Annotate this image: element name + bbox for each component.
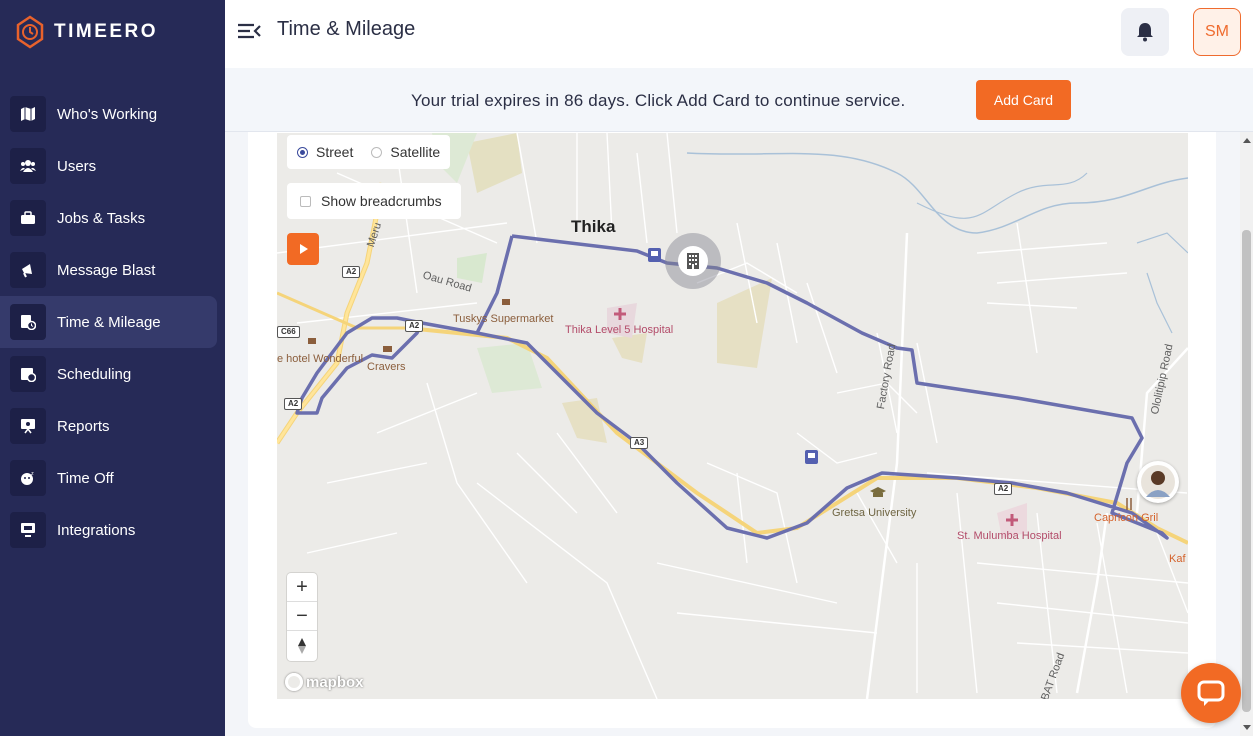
users-icon xyxy=(10,148,46,184)
sidebar: TIMEERO Who's Working Users Jobs & Tasks… xyxy=(0,0,225,736)
sidebar-item-label: Message Blast xyxy=(57,261,156,279)
scroll-up-arrow[interactable] xyxy=(1243,138,1251,143)
breadcrumbs-label: Show breadcrumbs xyxy=(321,193,442,209)
user-location-marker[interactable] xyxy=(1137,461,1179,503)
user-photo-icon xyxy=(1141,465,1175,499)
mapbox-attribution[interactable]: mapbox xyxy=(285,671,364,693)
bell-icon xyxy=(1137,23,1153,42)
trial-banner: Your trial expires in 86 days. Click Add… xyxy=(225,68,1253,132)
sidebar-item-label: Integrations xyxy=(57,521,136,539)
menu-collapse-icon[interactable] xyxy=(237,20,263,42)
breadcrumbs-checkbox[interactable] xyxy=(300,195,311,207)
map-label-thika-hospital: Thika Level 5 Hospital xyxy=(565,324,674,336)
street-radio[interactable] xyxy=(297,146,308,158)
app-name: TIMEERO xyxy=(54,21,159,42)
sidebar-item-label: Scheduling xyxy=(57,365,132,383)
page-title: Time & Mileage xyxy=(277,18,416,40)
user-avatar[interactable]: SM xyxy=(1193,8,1241,56)
integrations-icon xyxy=(10,512,46,548)
trial-banner-text: Your trial expires in 86 days. Click Add… xyxy=(411,91,906,110)
map-label-kaf: Kaf xyxy=(1169,553,1186,565)
street-label: Street xyxy=(316,144,354,160)
notifications-button[interactable] xyxy=(1121,8,1169,56)
reports-icon xyxy=(10,408,46,444)
chat-launcher-button[interactable] xyxy=(1181,663,1241,723)
road-shield: A2 xyxy=(284,398,303,410)
play-route-button[interactable] xyxy=(287,233,319,265)
top-header: Time & Mileage SM xyxy=(225,0,1253,68)
page-scrollbar[interactable] xyxy=(1240,132,1253,736)
satellite-label: Satellite xyxy=(390,144,441,160)
map-label-gretsa: Gretsa University xyxy=(832,507,917,519)
add-card-button[interactable]: Add Card xyxy=(976,80,1071,120)
sidebar-nav: Who's Working Users Jobs & Tasks Message… xyxy=(0,88,225,556)
briefcase-icon xyxy=(10,200,46,236)
satellite-radio[interactable] xyxy=(371,146,383,158)
sidebar-item-integrations[interactable]: Integrations xyxy=(0,504,225,556)
zoom-in-button[interactable]: + xyxy=(287,573,317,602)
road-shield: A2 xyxy=(342,266,361,278)
mapbox-wordmark: mapbox xyxy=(306,673,364,691)
road-shield: A3 xyxy=(630,437,649,449)
map-label-st-mulumba: St. Mulumba Hospital xyxy=(957,530,1062,542)
timesheet-icon xyxy=(10,304,46,340)
map-icon xyxy=(10,96,46,132)
sidebar-item-whos-working[interactable]: Who's Working xyxy=(0,88,225,140)
app-logo[interactable]: TIMEERO xyxy=(14,14,158,50)
sidebar-item-time-mileage[interactable]: Time & Mileage xyxy=(0,296,217,348)
road-shield: C66 xyxy=(277,326,300,338)
route-map[interactable]: Thika Oau Road Tuskys Supermarket Thika … xyxy=(277,133,1188,699)
zoom-controls: + − xyxy=(287,573,317,661)
sidebar-item-time-off[interactable]: z Time Off xyxy=(0,452,225,504)
timeero-logo-icon xyxy=(14,15,46,49)
breadcrumbs-toggle[interactable]: Show breadcrumbs xyxy=(287,183,461,219)
road-shield: A2 xyxy=(405,320,424,332)
sidebar-item-scheduling[interactable]: Scheduling xyxy=(0,348,225,400)
compass-icon xyxy=(298,637,306,654)
calendar-icon xyxy=(10,356,46,392)
map-label-tuskys: Tuskys Supermarket xyxy=(453,313,554,325)
sidebar-item-label: Jobs & Tasks xyxy=(57,209,146,227)
road-shield: A2 xyxy=(994,483,1013,495)
satellite-layer-option[interactable]: Satellite xyxy=(371,144,440,160)
map-label-thika: Thika xyxy=(571,217,616,236)
street-layer-option[interactable]: Street xyxy=(297,144,353,160)
map-label-capricon: Capricon Gril xyxy=(1094,512,1159,524)
sidebar-item-label: Users xyxy=(57,157,97,175)
building-icon xyxy=(687,253,699,269)
map-label-hotel: e hotel Wonderful xyxy=(277,353,364,365)
scroll-down-arrow[interactable] xyxy=(1243,725,1251,730)
zoom-out-button[interactable]: − xyxy=(287,602,317,631)
mapbox-logo-icon xyxy=(285,673,303,691)
office-marker[interactable] xyxy=(665,233,721,289)
map-label-cravers: Cravers xyxy=(367,361,406,373)
map-layer-control: Street Satellite xyxy=(287,135,451,169)
sidebar-item-users[interactable]: Users xyxy=(0,140,225,192)
svg-text:z: z xyxy=(31,471,34,477)
sidebar-item-label: Who's Working xyxy=(57,105,158,123)
sidebar-item-message-blast[interactable]: Message Blast xyxy=(0,244,225,296)
time-off-icon: z xyxy=(10,460,46,496)
compass-button[interactable] xyxy=(287,631,317,660)
sidebar-item-label: Reports xyxy=(57,417,110,435)
chat-icon xyxy=(1197,680,1225,706)
sidebar-item-reports[interactable]: Reports xyxy=(0,400,225,452)
scroll-thumb[interactable] xyxy=(1242,230,1251,712)
megaphone-icon xyxy=(10,252,46,288)
sidebar-item-label: Time Off xyxy=(57,469,114,487)
sidebar-item-jobs-tasks[interactable]: Jobs & Tasks xyxy=(0,192,225,244)
sidebar-item-label: Time & Mileage xyxy=(57,313,161,331)
play-icon xyxy=(300,244,308,254)
